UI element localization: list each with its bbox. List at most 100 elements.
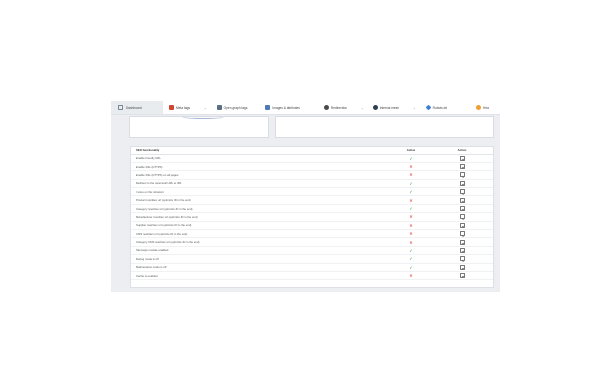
check-icon: ✓: [409, 180, 413, 186]
active-status-cell: ✓: [391, 154, 431, 163]
check-icon: ✓: [409, 155, 413, 161]
active-status-cell: ✕: [391, 237, 431, 247]
table-row: Maintenance mode is off ✓: [131, 263, 493, 272]
action-cell: [431, 195, 493, 205]
seo-feature-label: Redirect to the canonical URL to 301: [131, 179, 391, 189]
seo-feature-label: Enable SSL (HTTPS): [131, 162, 391, 172]
action-edit-icon[interactable]: [459, 231, 465, 237]
table-row: Cache is enabled ✕: [131, 271, 493, 281]
column-header-active: Active: [391, 147, 431, 155]
cross-icon: ✕: [409, 222, 413, 228]
active-status-cell: ✕: [391, 221, 431, 231]
action-cell: [431, 271, 493, 281]
seo-functionality-table: SEO functionality Active Action Enable f…: [131, 147, 493, 281]
seo-feature-label: Sitemaps module enabled: [131, 246, 391, 256]
action-edit-icon[interactable]: [459, 206, 465, 212]
active-status-cell: ✓: [391, 179, 431, 189]
cross-icon: ✕: [409, 197, 413, 203]
cross-icon: ✕: [409, 273, 413, 279]
nav-hea-label: Hea: [483, 105, 489, 110]
seo-feature-label: Maintenance mode is off: [131, 263, 391, 272]
active-status-cell: ✕: [391, 170, 431, 180]
action-edit-icon[interactable]: [459, 189, 465, 195]
check-icon: ✓: [409, 206, 413, 212]
action-edit-icon[interactable]: [459, 239, 465, 245]
redirect-icon: [323, 105, 329, 110]
active-status-cell: ✓: [391, 246, 431, 256]
nav-redirection-label: Redirection: [330, 105, 348, 110]
seo-feature-label: Manufacturer rewritten url (optimize ID …: [131, 212, 391, 222]
active-status-cell: ✕: [391, 162, 431, 172]
check-icon: ✓: [409, 256, 413, 262]
action-edit-icon[interactable]: [459, 264, 465, 270]
nav-meta-tags-label: Meta tags: [176, 105, 190, 110]
active-status-cell: ✕: [391, 195, 431, 205]
action-cell: [431, 154, 493, 163]
action-cell: [431, 204, 493, 214]
action-cell: [431, 263, 493, 272]
table-body: Enable friendly URL ✓ Enable SSL (HTTPS) ✕ E…: [131, 154, 493, 281]
nav-open-graph-label: Open graph tags: [223, 105, 248, 110]
mesh-icon: [372, 105, 378, 110]
action-cell: [431, 254, 493, 264]
action-edit-icon[interactable]: [459, 197, 465, 203]
nav-images-label: Images & attributes: [272, 105, 300, 110]
summary-card-right: [275, 116, 494, 138]
sun-icon: [476, 105, 482, 110]
active-status-cell: ✓: [391, 254, 431, 264]
nav-internal-mesh[interactable]: Internal mesh ⌄: [372, 105, 416, 110]
action-cell: [431, 237, 493, 247]
action-edit-icon[interactable]: [459, 172, 465, 178]
nav-dashboard[interactable]: Dashboard: [111, 101, 163, 114]
table-row: Category CMS rewritten url (optimize ID …: [131, 237, 493, 247]
action-edit-icon[interactable]: [459, 256, 465, 262]
table-row: Enable friendly URL ✓: [131, 154, 493, 163]
seo-functionality-panel: SEO functionality Active Action Enable f…: [130, 146, 494, 288]
nav-hea[interactable]: Hea: [476, 105, 489, 110]
nav-robots-label: Robots.txt: [432, 105, 448, 110]
nav-dashboard-label: Dashboard: [126, 105, 142, 110]
action-edit-icon[interactable]: [459, 247, 465, 253]
robot-icon: [425, 104, 432, 111]
seo-feature-label: Enable friendly URL: [131, 154, 391, 163]
seo-feature-label: Cache is enabled: [131, 271, 391, 281]
app-window: Dashboard Meta tags ⌄ Open graph tags Im…: [111, 101, 500, 292]
chevron-down-icon: ⌄: [361, 105, 364, 110]
active-status-cell: ✕: [391, 212, 431, 222]
chart-arc: [182, 115, 224, 119]
action-cell: [431, 229, 493, 239]
nav-redirection[interactable]: Redirection ⌄: [323, 105, 364, 110]
seo-feature-label: Enable SSL (HTTPS) on all pages: [131, 170, 391, 180]
action-edit-icon[interactable]: [459, 222, 465, 228]
action-cell: [431, 187, 493, 197]
action-edit-icon[interactable]: [459, 164, 465, 170]
seo-feature-label: Product rewritten url (optimize ID in th…: [131, 195, 391, 205]
chevron-down-icon: ⌄: [413, 105, 416, 110]
action-cell: [431, 212, 493, 222]
nav-open-graph[interactable]: Open graph tags: [216, 105, 248, 110]
nav-robots[interactable]: Robots.txt: [425, 104, 448, 111]
monitor-icon: [118, 105, 123, 110]
chevron-down-icon: ⌄: [204, 105, 207, 110]
nav-images[interactable]: Images & attributes: [265, 105, 300, 110]
cross-icon: ✕: [409, 239, 413, 245]
cross-icon: ✕: [409, 214, 413, 220]
table-row: Category rewritten url (optimize ID in t…: [131, 204, 493, 214]
table-row: Enable SSL (HTTPS) on all pages ✕: [131, 170, 493, 180]
action-edit-icon[interactable]: [459, 214, 465, 220]
seo-feature-label: CMS rewritten url (optimize ID in the en…: [131, 229, 391, 239]
cross-icon: ✕: [409, 231, 413, 237]
action-cell: [431, 246, 493, 256]
cross-icon: ✕: [409, 172, 413, 178]
nav-meta-tags[interactable]: Meta tags ⌄: [169, 105, 207, 110]
column-header-action: Action: [431, 147, 493, 155]
action-edit-icon[interactable]: [459, 155, 465, 161]
action-edit-icon[interactable]: [459, 180, 465, 186]
table-header-row: SEO functionality Active Action: [131, 147, 493, 155]
action-edit-icon[interactable]: [459, 273, 465, 279]
check-icon: ✓: [409, 247, 413, 253]
table-row: Sitemaps module enabled ✓: [131, 246, 493, 256]
tags-icon: [169, 105, 174, 110]
seo-feature-label: Debug mode is off: [131, 254, 391, 264]
image-icon: [265, 105, 271, 110]
